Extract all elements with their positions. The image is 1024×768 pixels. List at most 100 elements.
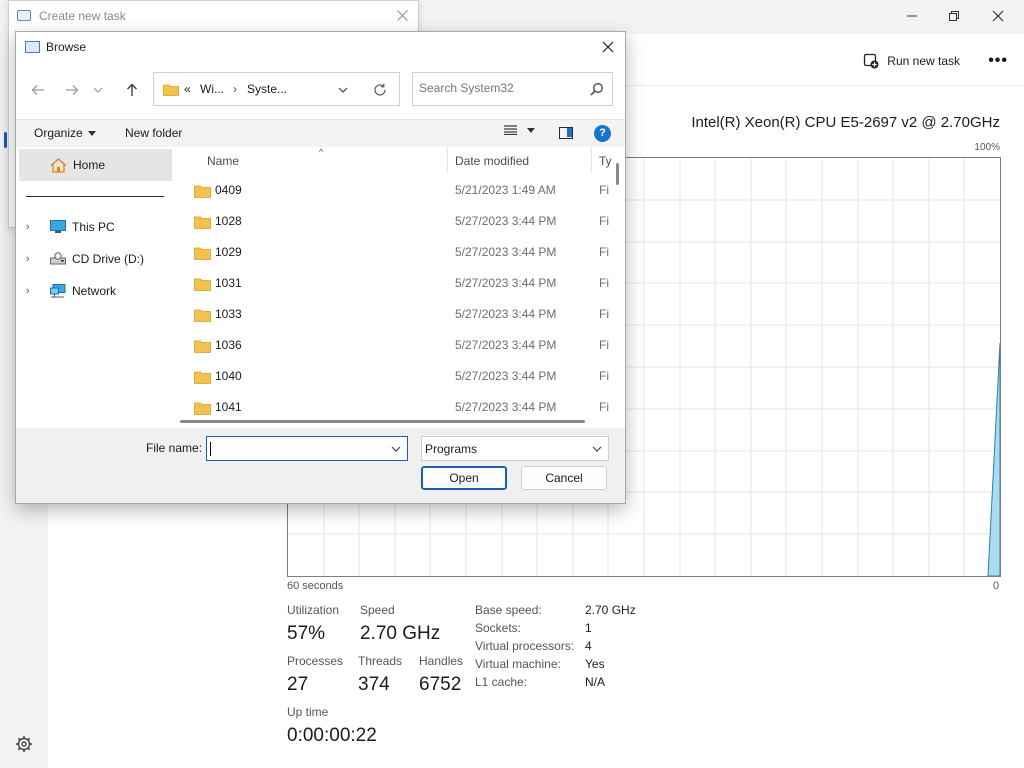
address-dropdown-chevron-icon[interactable] <box>338 87 348 93</box>
spec-value: 1 <box>585 621 592 635</box>
tree-item-cd-drive[interactable]: › CD Drive (D:) <box>26 247 144 271</box>
tree-item-this-pc[interactable]: › This PC <box>26 215 115 239</box>
utilization-label: Utilization <box>287 603 340 617</box>
organize-menu[interactable]: Organize <box>34 126 96 140</box>
folder-icon <box>194 247 211 260</box>
browse-title: Browse <box>46 40 87 54</box>
file-list: ^ Name Date modified Ty 0409 5/21/2023 1:… <box>176 147 625 428</box>
file-type-select[interactable]: Programs <box>421 436 609 461</box>
caret-down-icon <box>87 130 96 136</box>
run-dialog-icon <box>17 10 31 21</box>
back-arrow-icon[interactable] <box>26 78 50 102</box>
restore-button[interactable] <box>934 4 974 28</box>
file-name-panel: File name: Programs Open Cancel <box>16 428 625 503</box>
file-row[interactable]: 1040 5/27/2023 3:44 PM Fi <box>176 361 616 392</box>
spec-label: Base speed: <box>475 603 542 617</box>
cd-drive-icon <box>50 252 66 265</box>
speed-value: 2.70 GHz <box>360 623 441 644</box>
preview-pane-icon[interactable] <box>559 127 573 139</box>
close-icon[interactable] <box>597 36 619 58</box>
chevron-down-icon[interactable] <box>391 442 401 456</box>
search-icon[interactable] <box>590 82 604 96</box>
tree-item-network[interactable]: › Network <box>26 279 116 303</box>
file-date-modified: 5/27/2023 3:44 PM <box>455 338 557 352</box>
tree-divider <box>26 196 164 197</box>
folder-icon <box>194 340 211 353</box>
scrollbar-thumb[interactable] <box>180 420 585 423</box>
expand-chevron-icon[interactable]: › <box>26 285 42 297</box>
file-name-input[interactable] <box>210 441 380 455</box>
search-input[interactable] <box>419 81 579 95</box>
settings-gear-icon[interactable] <box>14 734 34 754</box>
change-view-button[interactable] <box>504 125 535 135</box>
expand-chevron-icon[interactable]: › <box>26 253 42 265</box>
more-options-button[interactable]: ••• <box>988 52 1008 70</box>
search-box[interactable] <box>412 72 613 106</box>
file-type: Fi <box>599 183 609 197</box>
vertical-scrollbar[interactable] <box>616 163 619 185</box>
file-row[interactable]: 0409 5/21/2023 1:49 AM Fi <box>176 175 616 206</box>
up-arrow-icon[interactable] <box>120 78 144 102</box>
graph-x-right-label: 0 <box>993 580 1000 592</box>
file-name: 1029 <box>215 245 242 259</box>
spec-label: Virtual machine: <box>475 657 561 671</box>
chevron-down-icon[interactable] <box>592 442 602 456</box>
address-bar[interactable]: « Wi... › Syste... <box>153 72 400 106</box>
file-row[interactable]: 1033 5/27/2023 3:44 PM Fi <box>176 299 616 330</box>
file-date-modified: 5/27/2023 3:44 PM <box>455 400 557 414</box>
file-row[interactable]: 1031 5/27/2023 3:44 PM Fi <box>176 268 616 299</box>
expand-chevron-icon[interactable]: › <box>26 221 42 233</box>
spec-label: L1 cache: <box>475 675 528 689</box>
refresh-icon[interactable] <box>373 83 387 97</box>
run-new-task-button[interactable]: Run new task <box>863 53 960 69</box>
spec-label: Virtual processors: <box>475 639 575 653</box>
processes-value: 27 <box>287 674 309 695</box>
home-icon <box>50 157 67 173</box>
folder-icon <box>194 278 211 291</box>
close-icon[interactable] <box>392 5 412 25</box>
file-date-modified: 5/27/2023 3:44 PM <box>455 214 557 228</box>
open-button[interactable]: Open <box>421 466 507 490</box>
file-row[interactable]: 1036 5/27/2023 3:44 PM Fi <box>176 330 616 361</box>
minimize-button[interactable] <box>892 4 932 28</box>
file-type: Fi <box>599 307 609 321</box>
file-name: 1033 <box>215 307 242 321</box>
help-icon[interactable]: ? <box>594 125 611 142</box>
file-type-value: Programs <box>425 442 478 456</box>
sort-ascending-icon: ^ <box>319 147 324 157</box>
file-type: Fi <box>599 400 609 414</box>
column-separator[interactable] <box>447 147 448 173</box>
file-row[interactable]: 1028 5/27/2023 3:44 PM Fi <box>176 206 616 237</box>
close-button[interactable] <box>978 4 1018 28</box>
tree-item-label: Home <box>73 158 106 172</box>
computer-icon <box>50 220 66 233</box>
file-name-combobox[interactable] <box>206 436 408 461</box>
breadcrumb-item[interactable]: Wi... <box>200 82 224 96</box>
folder-icon <box>194 371 211 384</box>
file-row[interactable]: 1029 5/27/2023 3:44 PM Fi <box>176 237 616 268</box>
column-header-type[interactable]: Ty <box>599 154 612 168</box>
breadcrumb-item[interactable]: Syste... <box>247 82 287 96</box>
horizontal-scrollbar[interactable] <box>176 417 625 428</box>
create-task-title: Create new task <box>39 9 126 23</box>
column-separator[interactable] <box>591 147 592 173</box>
new-folder-button[interactable]: New folder <box>125 126 182 140</box>
spec-value: Yes <box>585 657 605 671</box>
graph-x-left-label: 60 seconds <box>287 580 344 592</box>
folder-icon <box>194 309 211 322</box>
column-header-name[interactable]: Name <box>207 154 239 168</box>
forward-arrow-icon[interactable] <box>60 78 84 102</box>
cancel-button[interactable]: Cancel <box>521 466 607 490</box>
column-header-row: ^ Name Date modified Ty <box>176 147 625 173</box>
column-header-date-modified[interactable]: Date modified <box>455 154 529 168</box>
command-bar: Organize New folder ? <box>16 119 625 147</box>
tree-item-label: CD Drive (D:) <box>72 252 144 266</box>
file-date-modified: 5/21/2023 1:49 AM <box>455 183 556 197</box>
file-name: 1031 <box>215 276 242 290</box>
recent-locations-chevron-icon[interactable] <box>91 78 105 102</box>
navigation-tree: Home › This PC › CD Drive (D:) › Network <box>16 147 176 428</box>
file-name: 1040 <box>215 369 242 383</box>
tree-item-home[interactable]: Home <box>19 149 172 181</box>
address-overflow[interactable]: « <box>184 82 191 96</box>
file-type: Fi <box>599 338 609 352</box>
